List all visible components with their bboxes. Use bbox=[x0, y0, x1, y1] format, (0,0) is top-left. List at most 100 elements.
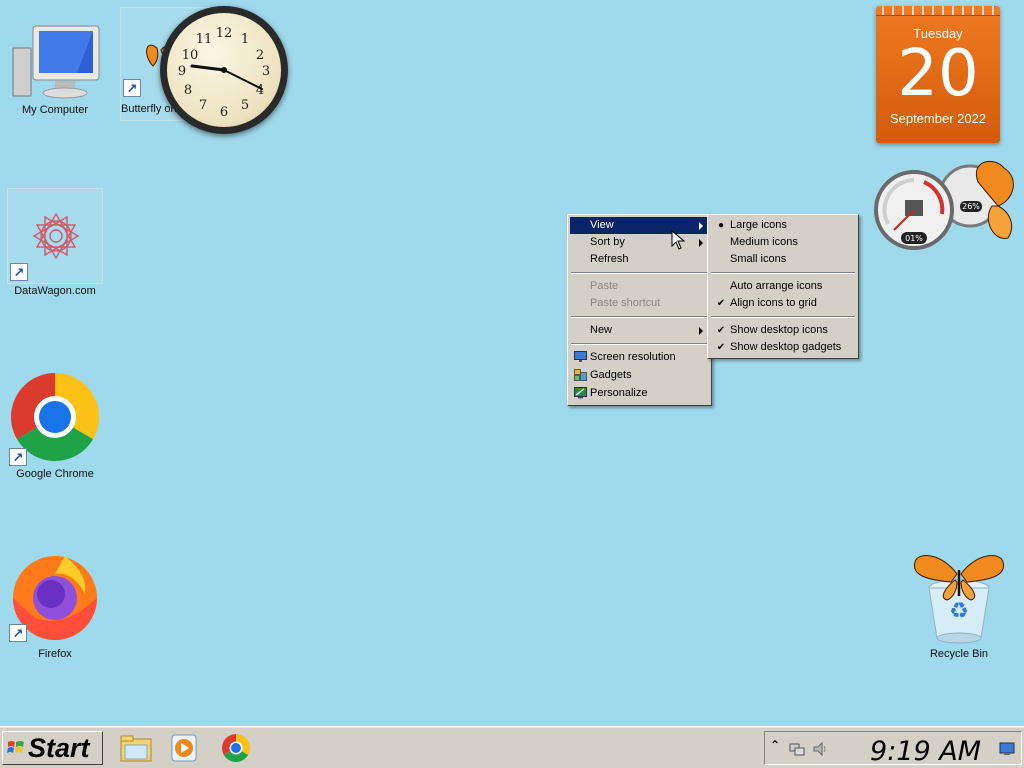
menu-item-label: Screen resolution bbox=[590, 351, 676, 363]
checkmark-icon: ✔ bbox=[716, 298, 726, 309]
calendar-rings bbox=[876, 6, 1000, 16]
submenu-item-small-icons[interactable]: Small icons bbox=[710, 251, 856, 268]
menu-separator bbox=[571, 316, 708, 318]
cpu-chip-icon bbox=[905, 200, 923, 216]
desktop-context-menu: View Sort by Refresh Paste Paste shortcu… bbox=[567, 214, 712, 406]
chevron-right-icon bbox=[699, 327, 703, 335]
menu-separator bbox=[571, 343, 708, 345]
desktop-icon-label: Google Chrome bbox=[16, 468, 94, 480]
menu-item-label: View bbox=[590, 219, 614, 231]
menu-item-label: Auto arrange icons bbox=[730, 280, 823, 292]
clock-numeral: 5 bbox=[241, 98, 249, 113]
clock-numeral: 8 bbox=[184, 83, 192, 98]
menu-item-gadgets[interactable]: Gadgets bbox=[570, 367, 709, 385]
menu-item-new[interactable]: New bbox=[570, 322, 709, 339]
recycle-bin-icon: ♻ bbox=[911, 552, 1007, 646]
clock-numeral: 7 bbox=[199, 98, 207, 113]
checkmark-icon: ✔ bbox=[716, 325, 726, 336]
desktop-icon-label: Firefox bbox=[38, 648, 72, 660]
shortcut-arrow-icon: ↗ bbox=[9, 448, 27, 466]
clock-numeral: 1 bbox=[241, 32, 249, 47]
taskbar-clock[interactable]: 9:19 AM bbox=[870, 736, 981, 767]
clock-numeral: 11 bbox=[196, 32, 213, 47]
monitor-icon bbox=[574, 351, 587, 362]
mouse-cursor-icon bbox=[671, 230, 685, 250]
clock-numeral: 4 bbox=[256, 83, 264, 98]
menu-separator bbox=[711, 316, 855, 318]
menu-item-label: Paste shortcut bbox=[590, 297, 661, 309]
clock-numeral: 10 bbox=[182, 48, 199, 63]
shortcut-arrow-icon: ↗ bbox=[123, 79, 141, 97]
submenu-item-large-icons[interactable]: ● Large icons bbox=[710, 217, 856, 234]
desktop-icon-google-chrome[interactable]: ↗ Google Chrome bbox=[7, 370, 103, 480]
personalize-icon bbox=[574, 387, 587, 399]
view-submenu: ● Large icons Medium icons Small icons A… bbox=[707, 214, 859, 359]
windows-logo-icon bbox=[7, 741, 24, 753]
clock-gadget[interactable]: 12 1 2 3 4 5 6 7 8 9 10 11 bbox=[160, 6, 288, 134]
chevron-right-icon bbox=[699, 222, 703, 230]
menu-item-sort-by[interactable]: Sort by bbox=[570, 234, 709, 251]
system-tray: ⌃ 9:19 AM bbox=[764, 731, 1022, 767]
firefox-icon: ↗ bbox=[7, 552, 103, 646]
submenu-item-show-desktop-gadgets[interactable]: ✔ Show desktop gadgets bbox=[710, 339, 856, 356]
calendar-day-number: 20 bbox=[897, 37, 979, 111]
start-button-label: Start bbox=[28, 732, 90, 763]
desktop-icon-firefox[interactable]: ↗ Firefox bbox=[7, 552, 103, 660]
media-player-icon[interactable] bbox=[168, 733, 200, 763]
desktop-icon-recycle-bin[interactable]: ♻ Recycle Bin bbox=[911, 552, 1007, 660]
desktop-icon-label: Recycle Bin bbox=[929, 648, 989, 660]
menu-item-view[interactable]: View bbox=[570, 217, 709, 234]
datawagon-logo-icon: ↗ bbox=[8, 189, 104, 283]
desktop-icon-label: My Computer bbox=[21, 104, 89, 116]
start-button[interactable]: Start bbox=[2, 731, 103, 765]
clock-hour-hand bbox=[223, 69, 263, 90]
menu-item-screen-resolution[interactable]: Screen resolution bbox=[570, 349, 709, 367]
menu-item-label: Refresh bbox=[590, 253, 629, 265]
submenu-item-show-desktop-icons[interactable]: ✔ Show desktop icons bbox=[710, 322, 856, 339]
volume-icon[interactable] bbox=[812, 741, 828, 757]
menu-item-label: Paste bbox=[590, 280, 619, 292]
clock-numeral: 3 bbox=[262, 64, 270, 79]
clock-numeral: 12 bbox=[216, 26, 233, 41]
menu-item-paste-shortcut: Paste shortcut bbox=[570, 295, 709, 312]
gadgets-icon bbox=[574, 369, 587, 381]
radio-bullet-icon: ● bbox=[717, 220, 725, 231]
cpu-usage-value: 01% bbox=[905, 234, 923, 243]
menu-item-label: New bbox=[590, 324, 613, 336]
calendar-month-year: September 2022 bbox=[889, 111, 987, 126]
cpu-meter-gadget[interactable]: 01% 26% bbox=[874, 160, 1024, 260]
menu-item-label: Medium icons bbox=[730, 236, 798, 248]
menu-item-refresh[interactable]: Refresh bbox=[570, 251, 709, 268]
checkmark-icon: ✔ bbox=[716, 342, 726, 353]
svg-text:♻: ♻ bbox=[949, 599, 969, 624]
menu-item-label: Show desktop icons bbox=[730, 324, 828, 336]
clock-numeral: 2 bbox=[256, 48, 264, 63]
menu-item-label: Align icons to grid bbox=[730, 297, 817, 309]
shortcut-arrow-icon: ↗ bbox=[9, 624, 27, 642]
memory-usage-value: 26% bbox=[962, 202, 980, 211]
menu-item-personalize[interactable]: Personalize bbox=[570, 385, 709, 403]
submenu-item-align-to-grid[interactable]: ✔ Align icons to grid bbox=[710, 295, 856, 312]
network-icon[interactable] bbox=[789, 741, 805, 757]
chrome-icon: ↗ bbox=[7, 370, 103, 466]
clock-numeral: 6 bbox=[220, 105, 228, 120]
menu-item-label: Personalize bbox=[590, 387, 648, 399]
menu-item-label: Small icons bbox=[730, 253, 787, 265]
computer-icon bbox=[7, 18, 103, 102]
menu-separator bbox=[711, 272, 855, 274]
submenu-item-auto-arrange[interactable]: Auto arrange icons bbox=[710, 278, 856, 295]
clock-minute-hand bbox=[190, 64, 226, 72]
desktop-icon-datawagon[interactable]: ↗ DataWagon.com bbox=[7, 188, 104, 297]
menu-item-paste: Paste bbox=[570, 278, 709, 295]
file-explorer-icon[interactable] bbox=[120, 733, 152, 763]
submenu-item-medium-icons[interactable]: Medium icons bbox=[710, 234, 856, 251]
menu-item-label: Sort by bbox=[590, 236, 625, 248]
menu-separator bbox=[571, 272, 708, 274]
calendar-gadget[interactable]: Tuesday 20 September 2022 bbox=[876, 6, 1000, 143]
chrome-taskbar-icon[interactable] bbox=[220, 733, 252, 763]
clock-numeral: 9 bbox=[178, 64, 186, 79]
chevron-up-icon[interactable]: ⌃ bbox=[770, 738, 780, 752]
show-desktop-icon[interactable] bbox=[999, 741, 1015, 757]
taskbar: Start ⌃ 9:19 AM bbox=[0, 726, 1024, 768]
desktop-icon-my-computer[interactable]: My Computer bbox=[7, 18, 103, 116]
